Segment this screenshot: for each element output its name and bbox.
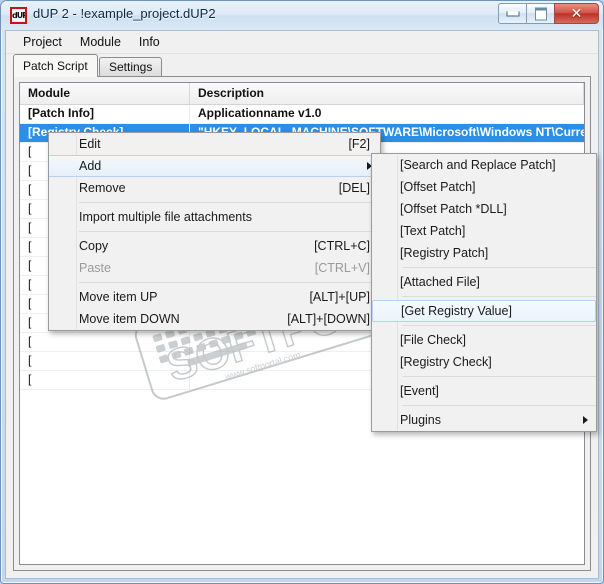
menu-item-move-item-down[interactable]: Move item DOWN[ALT]+[DOWN] (49, 308, 380, 330)
menu-separator (79, 282, 380, 283)
menu-separator (402, 325, 596, 326)
menu-separator (402, 376, 596, 377)
menu-item-label: [Search and Replace Patch] (400, 158, 586, 172)
menu-item-import-multiple-file-attachments[interactable]: Import multiple file attachments (49, 206, 380, 228)
submenu-item-plugins[interactable]: Plugins (372, 409, 596, 431)
tab-settings[interactable]: Settings (99, 57, 162, 76)
cell-description: Applicationname v1.0 (190, 105, 584, 123)
menu-separator (402, 267, 596, 268)
context-menu[interactable]: Edit[F2] Add Remove[DEL] Import multiple fi… (48, 132, 381, 331)
menu-item-shortcut: [ALT]+[UP] (309, 290, 370, 304)
submenu-item-registry-patch[interactable]: [Registry Patch] (372, 242, 596, 264)
menu-item-shortcut: [ALT]+[DOWN] (287, 312, 370, 326)
cell-module: [ (20, 333, 190, 351)
submenu-item-search-and-replace-patch[interactable]: [Search and Replace Patch] (372, 154, 596, 176)
menu-item-label: [Text Patch] (400, 224, 586, 238)
cell-module: [ (20, 352, 190, 370)
menu-item-label: Copy (79, 239, 314, 253)
menu-item-label: Move item UP (79, 290, 309, 304)
minimize-button[interactable] (498, 3, 527, 24)
minimize-icon (506, 11, 519, 16)
menu-bar: Project Module Info (6, 31, 598, 54)
menu-item-info[interactable]: Info (130, 32, 169, 52)
menu-item-shortcut: [F2] (348, 137, 370, 151)
submenu-item-file-check[interactable]: [File Check] (372, 329, 596, 351)
menu-item-label: Remove (79, 181, 339, 195)
context-menu-items: Edit[F2] Add Remove[DEL] Import multiple fi… (49, 133, 380, 330)
cell-module: [ (20, 371, 190, 389)
menu-item-project[interactable]: Project (14, 32, 71, 52)
menu-item-edit[interactable]: Edit[F2] (49, 133, 380, 155)
menu-item-shortcut: [DEL] (339, 181, 370, 195)
submenu-item-get-registry-value[interactable]: [Get Registry Value] (372, 300, 596, 322)
menu-item-paste: Paste[CTRL+V] (49, 257, 380, 279)
menu-separator (402, 296, 596, 297)
submenu-item-text-patch[interactable]: [Text Patch] (372, 220, 596, 242)
chevron-right-icon (583, 416, 588, 424)
application-window: dUP dUP 2 - !example_project.dUP2 ✕ Proj… (0, 0, 604, 584)
menu-item-label: [Registry Patch] (400, 246, 586, 260)
menu-separator (402, 405, 596, 406)
tab-patch-script[interactable]: Patch Script (13, 54, 98, 77)
menu-item-move-item-up[interactable]: Move item UP[ALT]+[UP] (49, 286, 380, 308)
menu-item-label: Import multiple file attachments (79, 210, 370, 224)
column-header-description[interactable]: Description (190, 83, 584, 104)
table-row[interactable]: [Patch Info]Applicationname v1.0 (20, 105, 584, 124)
submenu-item-event[interactable]: [Event] (372, 380, 596, 402)
menu-item-label: [Event] (400, 384, 586, 398)
menu-item-label: [Registry Check] (400, 355, 586, 369)
menu-item-label: [Offset Patch] (400, 180, 586, 194)
close-icon: ✕ (571, 7, 583, 21)
menu-item-label: Move item DOWN (79, 312, 287, 326)
window-title: dUP 2 - !example_project.dUP2 (33, 6, 216, 21)
menu-separator (79, 202, 380, 203)
menu-item-label: Add (79, 159, 370, 173)
menu-item-label: [Offset Patch *DLL] (400, 202, 586, 216)
listview-header: Module Description (20, 83, 584, 105)
menu-item-shortcut: [CTRL+V] (315, 261, 370, 275)
menu-item-label: Paste (79, 261, 315, 275)
menu-item-label: [Get Registry Value] (401, 304, 585, 318)
submenu-item-attached-file[interactable]: [Attached File] (372, 271, 596, 293)
menu-item-label: Plugins (400, 413, 586, 427)
title-bar[interactable]: dUP dUP 2 - !example_project.dUP2 ✕ (1, 1, 603, 30)
submenu-item-offset-patch[interactable]: [Offset Patch] (372, 176, 596, 198)
menu-item-copy[interactable]: Copy[CTRL+C] (49, 235, 380, 257)
column-header-module[interactable]: Module (20, 83, 190, 104)
cell-module: [Patch Info] (20, 105, 190, 123)
add-submenu[interactable]: [Search and Replace Patch] [Offset Patch]… (371, 153, 597, 432)
dup-app-icon: dUP (10, 7, 27, 24)
menu-item-remove[interactable]: Remove[DEL] (49, 177, 380, 199)
window-controls: ✕ (499, 3, 599, 25)
tab-strip: Patch Script Settings (13, 54, 591, 76)
menu-item-label: [File Check] (400, 333, 586, 347)
close-button[interactable]: ✕ (554, 3, 599, 24)
menu-item-add[interactable]: Add (49, 155, 380, 177)
maximize-button[interactable] (526, 3, 555, 24)
menu-item-label: [Attached File] (400, 275, 586, 289)
submenu-item-registry-check[interactable]: [Registry Check] (372, 351, 596, 373)
menu-item-module[interactable]: Module (71, 32, 130, 52)
menu-item-shortcut: [CTRL+C] (314, 239, 370, 253)
submenu-item-offset-patch-dll[interactable]: [Offset Patch *DLL] (372, 198, 596, 220)
menu-item-label: Edit (79, 137, 348, 151)
add-submenu-items: [Search and Replace Patch] [Offset Patch]… (372, 154, 596, 431)
maximize-icon (535, 7, 547, 20)
menu-separator (79, 231, 380, 232)
